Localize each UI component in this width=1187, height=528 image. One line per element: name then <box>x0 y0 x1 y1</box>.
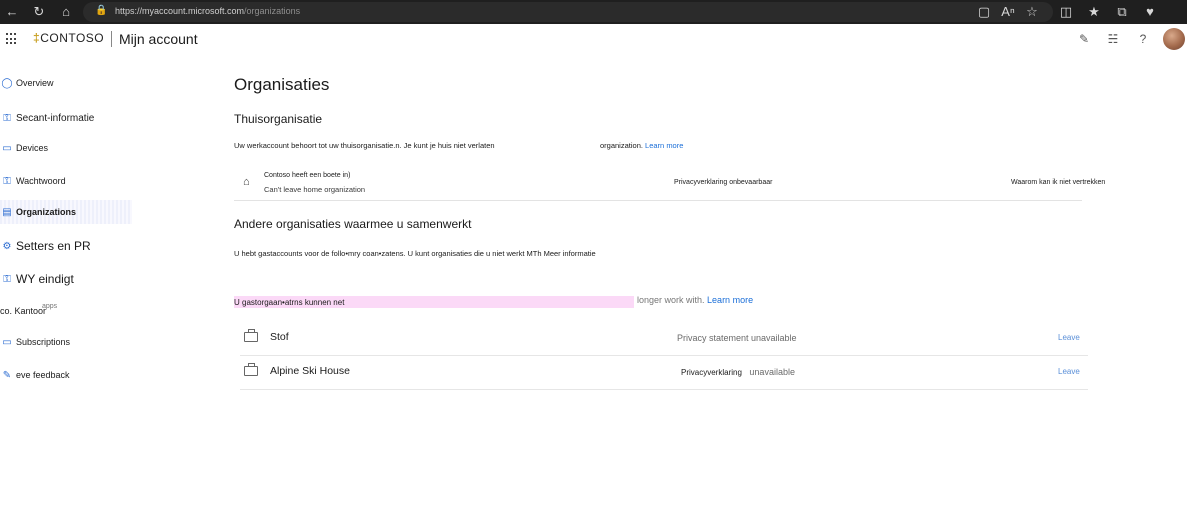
other-organizations-description: U hebt gastaccounts voor de follo•mry co… <box>234 249 596 258</box>
sidebar-item-security-info[interactable]: ⚿ Secant-informatie <box>0 106 132 130</box>
collections-icon[interactable]: ⧉ <box>1114 4 1130 20</box>
home-organization-name: Contoso heeft een boete in) <box>264 172 351 179</box>
feedback-icon: ✎ <box>2 369 12 381</box>
organization-name: Alpine Ski House <box>270 365 350 377</box>
split-screen-icon[interactable]: ◫ <box>1058 4 1074 20</box>
card-icon: ▭ <box>2 336 12 348</box>
app-available-icon[interactable]: ▢ <box>976 4 992 20</box>
why-cant-i-leave-link[interactable]: Waarom kan ik niet vertrekken <box>1011 179 1105 186</box>
other-learn-more-link[interactable]: Learn more <box>707 295 753 305</box>
page-title: Organisaties <box>234 75 330 94</box>
leave-organization-button[interactable]: Leave <box>1058 367 1080 376</box>
briefcase-icon: ▤ <box>2 206 12 218</box>
sidebar-item-devices[interactable]: ▭ Devices <box>0 136 132 160</box>
address-bar[interactable]: 🔒 https://myaccount.microsoft.com/organi… <box>83 2 1053 22</box>
organization-row: Stof Privacy statement unavailable Leave <box>240 322 1088 356</box>
privacy-statement-status: Privacy statement unavailable <box>677 333 797 343</box>
sidebar-item-subscriptions[interactable]: ▭ Subscriptions <box>0 330 132 354</box>
leave-organization-button[interactable]: Leave <box>1058 333 1080 342</box>
favorite-star-icon[interactable]: ☆ <box>1024 4 1040 20</box>
organization-name: Stof <box>270 331 289 343</box>
sidebar-item-overview[interactable]: ◯ Overview <box>0 71 132 95</box>
organization-row: Alpine Ski House Privacyverklaring unava… <box>240 356 1088 390</box>
app-header: ‡CONTOSO Mijn account ✎ ☵ ? <box>0 24 1187 58</box>
refresh-icon[interactable]: ↻ <box>31 4 47 20</box>
home-organization-heading: Thuisorganisatie <box>234 112 323 126</box>
briefcase-icon <box>244 363 258 376</box>
home-privacy-statement: Privacyverklaring onbevaarbaar <box>674 179 773 186</box>
highlighted-notice: U gastorgaan•atrns kunnen net <box>234 296 634 308</box>
sidebar-item-settings-privacy[interactable]: ⚙ Setters en PR <box>0 234 132 258</box>
home-learn-more-link[interactable]: Learn more <box>645 141 683 150</box>
header-divider <box>111 31 112 47</box>
home-icon[interactable]: ⌂ <box>58 4 74 20</box>
sidebar-item-password[interactable]: ⚿ Wachtwoord <box>0 169 132 193</box>
lock-icon[interactable]: 🔒 <box>95 5 107 16</box>
read-aloud-icon[interactable]: Aⁿ <box>1000 4 1016 20</box>
sidebar-item-office-apps[interactable]: co. Kantoor apps <box>0 299 132 323</box>
back-icon[interactable]: ← <box>4 4 20 20</box>
key-person-icon: ⚿ <box>3 273 11 285</box>
organization-chart-icon[interactable]: ☵ <box>1106 32 1120 46</box>
home-icon: ⌂ <box>243 176 250 188</box>
home-organization-description-tail: organization. Learn more <box>600 141 684 150</box>
help-icon[interactable]: ? <box>1136 32 1150 46</box>
home-organization-description: Uw werkaccount behoort tot uw thuisorgan… <box>234 141 495 150</box>
key-person-icon: ⚿ <box>3 112 11 124</box>
laptop-icon: ▭ <box>2 142 12 154</box>
sidebar-item-organizations[interactable]: ▤ Organizations <box>0 200 132 224</box>
url-text[interactable]: https://myaccount.microsoft.com/organiza… <box>115 6 300 16</box>
feedback-icon[interactable]: ✎ <box>1077 32 1091 46</box>
notice-continuation: longer work with. Learn more <box>637 295 754 305</box>
privacy-statement-status: Privacyverklaring unavailable <box>681 367 795 377</box>
company-logo[interactable]: ‡CONTOSO <box>33 31 104 45</box>
key-icon: ⚿ <box>3 175 11 187</box>
gear-icon: ⚙ <box>2 240 12 252</box>
app-title[interactable]: Mijn account <box>119 31 198 47</box>
browser-essentials-icon[interactable]: ♥ <box>1142 4 1158 20</box>
home-organization-row: ⌂ Contoso heeft een boete in) Can't leav… <box>234 165 1105 201</box>
other-organizations-heading: Andere organisaties waarmee u samenwerkt <box>234 217 472 231</box>
app-launcher-icon[interactable] <box>6 33 18 45</box>
sidebar: ◯ Overview ⚿ Secant-informatie ▭ Devices… <box>0 58 140 528</box>
briefcase-icon <box>244 329 258 342</box>
sidebar-item-give-feedback[interactable]: ✎ eve feedback <box>0 363 132 387</box>
favorites-icon[interactable]: ★ <box>1086 4 1102 20</box>
person-icon: ◯ <box>1 77 13 89</box>
sidebar-item-my-sign-ins[interactable]: ⚿ WY eindigt <box>0 267 132 291</box>
overlapping-label: apps <box>42 303 58 310</box>
home-organization-note: Can't leave home organization <box>264 185 366 194</box>
browser-toolbar: ← ↻ ⌂ 🔒 https://myaccount.microsoft.com/… <box>0 0 1187 24</box>
avatar[interactable] <box>1163 28 1185 50</box>
highlighted-notice-text: U gastorgaan•atrns kunnen net <box>234 298 345 307</box>
